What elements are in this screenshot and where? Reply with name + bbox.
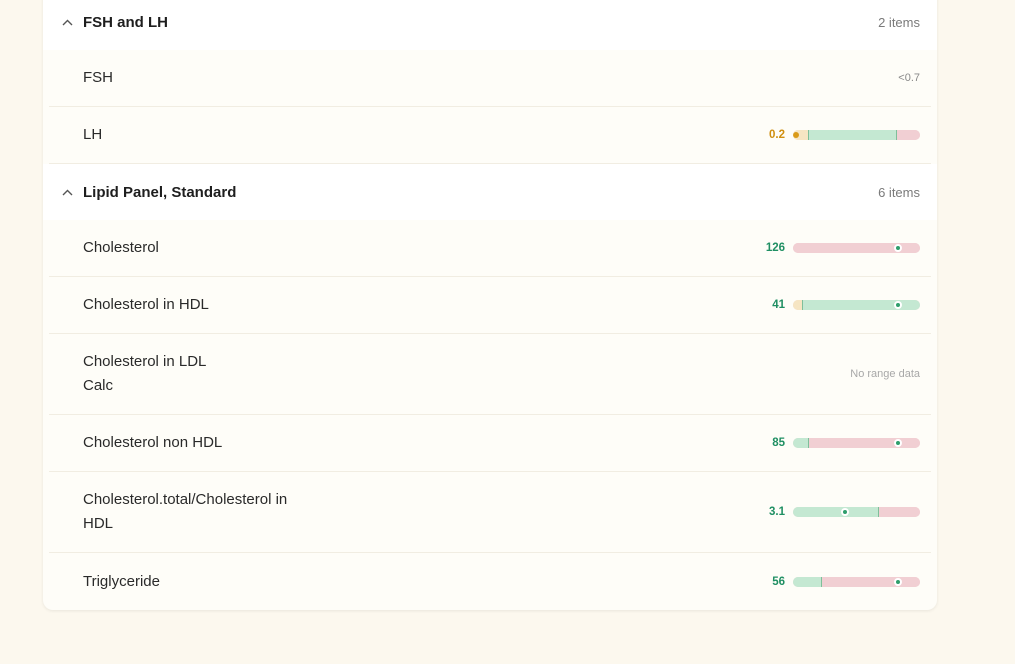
result-value: 126 — [765, 242, 785, 254]
result-row-cholesterol-hdl[interactable]: Cholesterol in HDL 41 — [49, 277, 931, 334]
result-row-cholesterol-ldl-calc[interactable]: Cholesterol in LDL Calc No range data — [49, 334, 931, 415]
result-value: 56 — [772, 575, 785, 588]
result-name: LH — [83, 126, 103, 143]
result-value: <0.7 — [898, 72, 920, 84]
range-segment-normal — [808, 130, 896, 140]
group-title: Lipid Panel, Standard — [83, 183, 237, 201]
range-boundary-tick — [801, 300, 803, 310]
result-name: Cholesterol in LDL Calc — [83, 353, 206, 394]
range-bar — [793, 130, 920, 140]
result-name: Cholesterol — [83, 239, 159, 256]
result-row-lh[interactable]: LH 0.2 — [49, 107, 931, 164]
result-value-area: <0.7 — [898, 72, 920, 84]
results-card: FSH and LH 2 items FSH <0.7 LH 0.2 Lipid… — [43, 0, 937, 610]
range-segment-high — [820, 576, 920, 587]
result-value-area: 126 — [766, 242, 920, 254]
range-segment-normal — [801, 300, 920, 310]
group-header-lipid-panel[interactable]: Lipid Panel, Standard 6 items — [43, 164, 937, 220]
result-value: 41 — [772, 299, 785, 311]
range-boundary-tick — [878, 507, 880, 517]
range-boundary-tick — [808, 130, 810, 140]
result-row-cholesterol-ratio[interactable]: Cholesterol.total/Cholesterol in HDL 3.1 — [49, 472, 931, 553]
group-item-count: 6 items — [878, 184, 920, 200]
result-value: 3.1 — [769, 506, 785, 518]
range-segment-normal — [793, 507, 879, 517]
result-name: FSH — [83, 69, 113, 86]
chevron-up-icon[interactable] — [60, 15, 74, 29]
result-row-cholesterol-non-hdl[interactable]: Cholesterol non HDL 85 — [49, 415, 931, 472]
result-row-cholesterol[interactable]: Cholesterol 126 — [49, 220, 931, 277]
result-value: 85 — [772, 437, 785, 449]
result-value-area: 41 — [772, 299, 920, 311]
range-bar — [793, 300, 920, 310]
group-header-fsh-lh[interactable]: FSH and LH 2 items — [43, 0, 937, 50]
value-marker — [841, 508, 850, 516]
range-segment-low — [793, 300, 802, 310]
result-value-area: 56 — [772, 576, 920, 588]
result-name: Cholesterol non HDL — [83, 434, 223, 451]
result-name: Cholesterol in HDL — [83, 296, 209, 313]
range-boundary-tick — [808, 438, 810, 448]
value-marker — [793, 132, 799, 138]
range-bar — [793, 243, 920, 253]
result-value: 0.2 — [769, 129, 785, 141]
result-name: Cholesterol.total/Cholesterol in HDL — [83, 491, 288, 532]
result-value-area: 3.1 — [769, 506, 920, 518]
result-value-area: 0.2 — [769, 129, 920, 141]
range-boundary-tick — [820, 576, 822, 587]
range-bar — [793, 576, 920, 587]
chevron-up-icon[interactable] — [60, 185, 74, 199]
range-segment-high — [895, 130, 920, 140]
range-segment-high — [878, 507, 920, 517]
group-title: FSH and LH — [83, 13, 168, 31]
range-boundary-tick — [895, 130, 897, 140]
range-segment-normal — [793, 576, 821, 587]
range-bar — [793, 438, 920, 448]
result-value-area: 85 — [772, 437, 920, 449]
result-name: Triglyceride — [83, 572, 160, 590]
group-item-count: 2 items — [878, 14, 920, 30]
range-segment-high — [808, 438, 920, 448]
result-row-fsh[interactable]: FSH <0.7 — [49, 50, 931, 107]
value-marker — [894, 577, 903, 586]
no-range-label: No range data — [850, 368, 920, 380]
range-segment-normal — [793, 438, 809, 448]
result-value-area: No range data — [850, 368, 920, 380]
range-bar — [793, 507, 920, 517]
result-row-triglyceride[interactable]: Triglyceride 56 — [49, 553, 931, 610]
